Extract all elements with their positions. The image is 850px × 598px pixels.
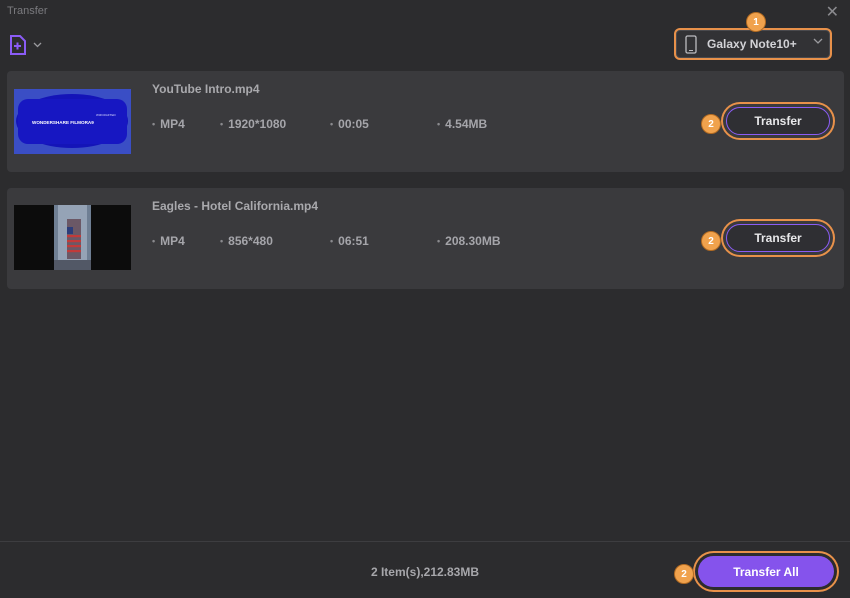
file-size: 4.54MB — [437, 117, 487, 131]
step-badge: 2 — [674, 564, 694, 584]
file-size: 208.30MB — [437, 234, 500, 248]
transfer-button[interactable]: Transfer — [726, 224, 830, 252]
transfer-all-button[interactable]: Transfer All — [698, 556, 834, 587]
footer-bar: 2 Item(s),212.83MB Transfer All — [0, 541, 850, 598]
file-resolution: 856*480 — [220, 234, 273, 248]
transfer-button[interactable]: Transfer — [726, 107, 830, 135]
video-thumbnail: WIZCRAFTED WONDERSHARE FILMORA9 — [14, 89, 131, 154]
phone-icon — [685, 34, 697, 54]
device-selector[interactable]: Galaxy Note10+ — [676, 30, 830, 58]
step-badge: 1 — [746, 12, 766, 32]
add-file-icon — [10, 35, 26, 55]
file-resolution: 1920*1080 — [220, 117, 286, 131]
device-name: Galaxy Note10+ — [707, 37, 797, 51]
chevron-down-icon — [33, 42, 42, 48]
close-icon[interactable]: ✕ — [826, 2, 839, 22]
step-badge: 2 — [701, 231, 721, 251]
file-format: MP4 — [152, 117, 185, 131]
add-file-button[interactable] — [9, 34, 53, 56]
thumb-tagline: WIZCRAFTED — [96, 113, 116, 117]
step-badge: 2 — [701, 114, 721, 134]
title-bar: Transfer ✕ — [0, 0, 850, 24]
file-duration: 00:05 — [330, 117, 369, 131]
thumb-title: WONDERSHARE FILMORA9 — [32, 120, 94, 125]
video-thumbnail — [14, 205, 131, 270]
file-name: YouTube Intro.mp4 — [152, 82, 260, 96]
file-format: MP4 — [152, 234, 185, 248]
file-duration: 06:51 — [330, 234, 369, 248]
file-name: Eagles - Hotel California.mp4 — [152, 199, 319, 213]
window-title: Transfer — [7, 5, 48, 17]
chevron-down-icon — [813, 38, 823, 44]
